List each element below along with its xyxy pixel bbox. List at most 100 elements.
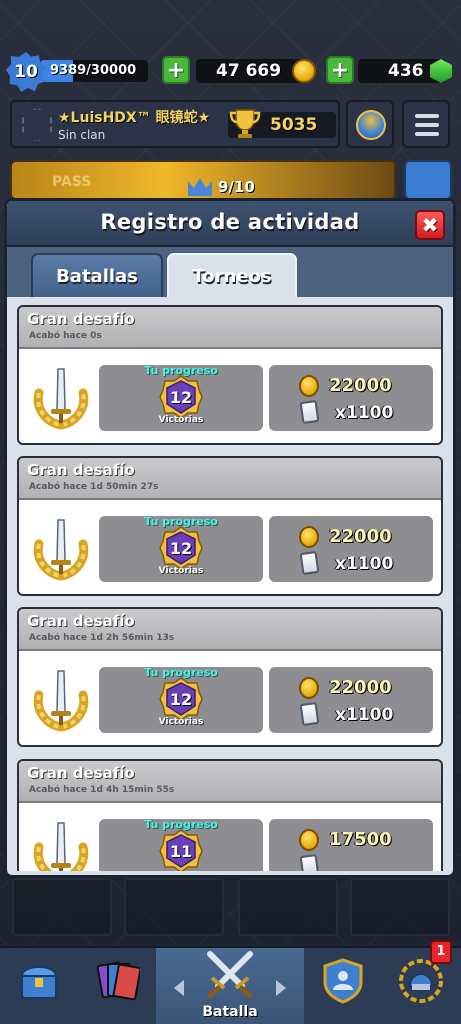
tab-tournaments[interactable]: Torneos [167, 253, 297, 297]
reward-box: 22000 x1100 [269, 516, 433, 582]
tournament-entry[interactable]: Gran desafío Acabó hace 1d 50min 27s Tu … [17, 456, 443, 596]
friends-button[interactable] [404, 160, 452, 200]
entry-body: Tu progreso 11 17500 [19, 803, 441, 871]
reward-cards: x1100 [335, 705, 394, 725]
tournament-entry[interactable]: Gran desafío Acabó hace 1d 2h 56min 13s … [17, 607, 443, 747]
victories-count: 12 [169, 388, 193, 407]
reward-gold: 22000 [329, 375, 392, 396]
card-icon [299, 550, 320, 576]
nav-battle[interactable]: Batalla [156, 948, 304, 1024]
entry-time-ago: Acabó hace 0s [29, 331, 102, 341]
nav-cards[interactable] [78, 948, 156, 1024]
card-icon [299, 399, 320, 425]
gold-coin-icon [299, 375, 319, 397]
progress-box: Tu progreso 11 [99, 818, 263, 871]
progress-box: Tu progreso 12 Victorias [99, 666, 263, 733]
progress-box: Tu progreso 12 Victorias [99, 364, 263, 431]
chest-slot[interactable] [238, 878, 338, 936]
victories-badge-icon: 12 [159, 677, 203, 721]
grand-challenge-emblem-icon [29, 363, 93, 433]
card-icon [299, 701, 320, 727]
victories-label: Victorias [158, 566, 204, 576]
gold-coin-icon [299, 526, 319, 548]
xp-bar: 9389/30000 [40, 60, 148, 82]
trophy-count: 5035 [270, 115, 318, 135]
tournament-entry[interactable]: Gran desafío Acabó hace 1d 4h 15min 55s … [17, 759, 443, 871]
close-icon: ✖ [421, 213, 439, 237]
avatar-icon [356, 110, 386, 140]
tournament-entry[interactable]: Gran desafío Acabó hace 0s Tu progreso 1… [17, 305, 443, 445]
activity-log-modal: Registro de actividad ✖ Batallas Torneos… [4, 198, 456, 878]
victories-badge-icon: 12 [159, 375, 203, 419]
entry-time-ago: Acabó hace 1d 4h 15min 55s [29, 785, 175, 795]
tab-battles[interactable]: Batallas [31, 253, 163, 297]
top-hud: 9389/30000 10 + 47 669 + 436 [0, 50, 461, 94]
modal-title: Registro de actividad [100, 210, 360, 234]
progress-box: Tu progreso 12 Victorias [99, 515, 263, 582]
entry-header: Gran desafío Acabó hace 1d 50min 27s [19, 458, 441, 500]
chest-slot[interactable] [350, 878, 450, 936]
grand-challenge-emblem-icon [29, 817, 93, 871]
gold-amount: 47 669 [216, 61, 282, 81]
tournament-list[interactable]: Gran desafío Acabó hace 0s Tu progreso 1… [17, 305, 443, 871]
hamburger-menu-icon [415, 114, 439, 141]
reward-box: 17500 [269, 819, 433, 871]
reward-box: 22000 x1100 [269, 365, 433, 431]
entry-time-ago: Acabó hace 1d 50min 27s [29, 482, 159, 492]
menu-button[interactable] [402, 100, 450, 148]
level-badge[interactable]: 10 [6, 52, 46, 92]
chest-slot[interactable] [12, 878, 112, 936]
grand-challenge-emblem-icon [29, 514, 93, 584]
chest-slot[interactable] [124, 878, 224, 936]
nav-clan[interactable] [304, 948, 382, 1024]
reward-box: 22000 x1100 [269, 667, 433, 733]
gems-amount: 436 [388, 61, 424, 81]
profile-button[interactable] [346, 100, 394, 148]
modal-header: Registro de actividad ✖ [7, 201, 453, 247]
victories-count: 12 [169, 539, 193, 558]
card-icon [299, 853, 320, 871]
entry-title: Gran desafío [27, 612, 135, 630]
reward-cards: x1100 [335, 403, 394, 423]
reward-gold: 22000 [329, 677, 392, 698]
player-name: ★LuisHDX™ 眼镜蛇★ [58, 110, 211, 126]
gold-coin-icon [299, 829, 319, 851]
plus-icon: + [330, 57, 350, 83]
plus-icon: + [166, 57, 186, 83]
nav-shop[interactable] [0, 948, 78, 1024]
pass-label: PASS [52, 174, 92, 190]
tab-tournaments-label: Torneos [192, 265, 272, 287]
entry-body: Tu progreso 12 Victorias 22000 x1100 [19, 500, 441, 594]
player-clan: Sin clan [58, 128, 106, 142]
victories-count: 12 [169, 690, 193, 709]
tab-battles-label: Batallas [56, 265, 138, 287]
cards-deck-icon [96, 961, 140, 1001]
pass-royale-banner[interactable]: PASS 9/10 [10, 160, 396, 200]
nav-right-arrow-icon [276, 980, 286, 996]
victories-label: Victorias [158, 717, 204, 727]
entry-body: Tu progreso 12 Victorias 22000 x1100 [19, 349, 441, 443]
level-number: 10 [14, 62, 38, 82]
crossed-swords-icon [207, 951, 253, 999]
reward-cards: x1100 [335, 554, 394, 574]
buy-gold-button[interactable]: + [162, 56, 190, 84]
grand-challenge-emblem-icon [29, 665, 93, 735]
buy-gems-button[interactable]: + [326, 56, 354, 84]
shop-chest-icon [20, 966, 58, 999]
xp-text: 9389/30000 [50, 63, 137, 78]
clan-shield-icon [323, 958, 363, 1004]
entry-time-ago: Acabó hace 1d 2h 56min 13s [29, 633, 175, 643]
victories-badge-icon: 11 [159, 829, 203, 871]
entry-title: Gran desafío [27, 310, 135, 328]
trophy-icon [229, 109, 261, 138]
reward-gold: 17500 [329, 829, 392, 850]
close-button[interactable]: ✖ [415, 210, 445, 240]
crown-icon [188, 178, 212, 196]
nav-left-arrow-icon [174, 980, 184, 996]
tabs-row: Batallas Torneos [7, 247, 453, 297]
victories-badge-icon: 12 [159, 526, 203, 570]
tournament-notification-badge: 1 [430, 940, 452, 964]
reward-gold: 22000 [329, 526, 392, 547]
victories-label: Victorias [158, 415, 204, 425]
player-profile-bar[interactable]: ★LuisHDX™ 眼镜蛇★ Sin clan 5035 [10, 100, 340, 148]
